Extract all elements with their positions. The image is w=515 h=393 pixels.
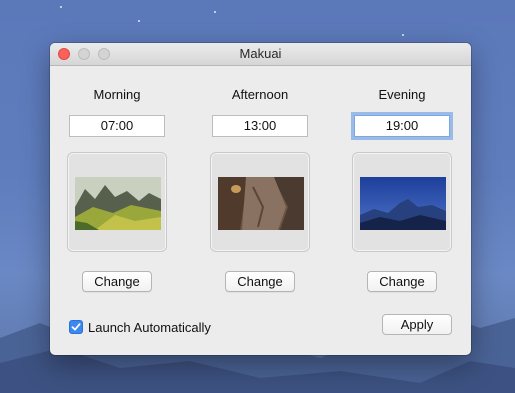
star: [60, 6, 62, 8]
checkmark-icon[interactable]: [69, 320, 83, 334]
wallpaper-thumbnail-morning: [75, 177, 161, 230]
image-well-afternoon[interactable]: [210, 152, 310, 252]
blue-mountains-image: [360, 177, 446, 230]
launch-automatically-label[interactable]: Launch Automatically: [88, 320, 211, 335]
wallpaper-thumbnail-evening: [360, 177, 446, 230]
star: [402, 34, 404, 36]
change-button-afternoon[interactable]: Change: [225, 271, 295, 292]
title-bar[interactable]: Makuai: [50, 43, 471, 66]
slot-label: Afternoon: [231, 87, 289, 102]
wallpaper-thumbnail-afternoon: [218, 177, 304, 230]
slot-label: Morning: [93, 87, 141, 102]
change-button-morning[interactable]: Change: [82, 271, 152, 292]
app-window: Makuai Morning 07:00 Change Afternoon 13…: [50, 43, 471, 355]
star: [214, 11, 216, 13]
image-well-evening[interactable]: [352, 152, 452, 252]
rock-cliff-image: [218, 177, 304, 230]
slot-label: Evening: [378, 87, 426, 102]
star: [138, 20, 140, 22]
green-mountains-image: [75, 177, 161, 230]
apply-button[interactable]: Apply: [382, 314, 452, 335]
time-field-morning[interactable]: 07:00: [69, 115, 165, 137]
time-field-afternoon[interactable]: 13:00: [212, 115, 308, 137]
image-well-morning[interactable]: [67, 152, 167, 252]
time-field-evening[interactable]: 19:00: [354, 115, 450, 137]
change-button-evening[interactable]: Change: [367, 271, 437, 292]
window-title: Makuai: [239, 46, 282, 61]
